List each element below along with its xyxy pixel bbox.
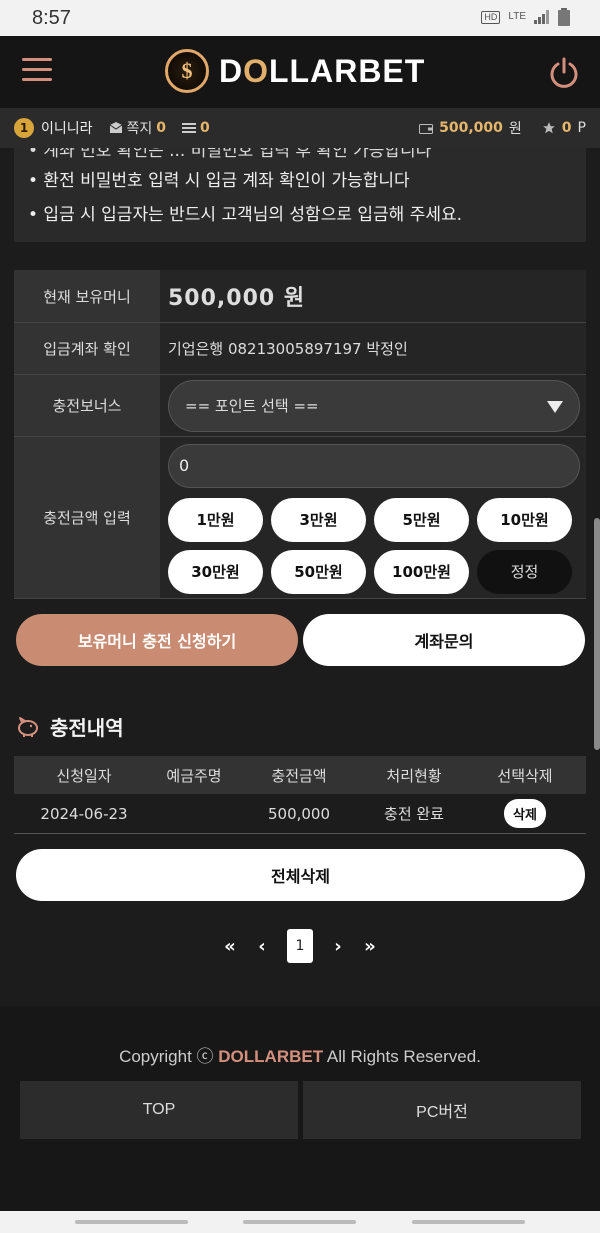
- chip-30k[interactable]: 3만원: [271, 497, 366, 542]
- deposit-form: 현재 보유머니 500,000 원 입금계좌 확인 기업은행 082130058…: [14, 270, 586, 599]
- row-amount: 500,000: [267, 804, 331, 823]
- amount-chips: 1만원 3만원 5만원 10만원 30만원 50만원 100만원 정정: [168, 497, 572, 594]
- chip-100k[interactable]: 10만원: [477, 497, 572, 542]
- copyright: Copyright ⓒ DOLLARBET All Rights Reserve…: [119, 1047, 481, 1066]
- app-header: $ DOLLARBET: [0, 36, 600, 108]
- amount-input[interactable]: [168, 443, 580, 488]
- system-nav-bar: [0, 1211, 600, 1233]
- account-value: 기업은행 08213005897197 박정인: [168, 340, 408, 358]
- row-holder: [154, 794, 234, 833]
- nav-home-handle[interactable]: [243, 1220, 356, 1224]
- chip-50k[interactable]: 5만원: [374, 497, 469, 542]
- battery-icon: [558, 8, 570, 26]
- lte-icon: LTE: [508, 11, 526, 22]
- bonus-select[interactable]: == 포인트 선택 ==: [168, 379, 580, 432]
- status-icons: HD LTE: [481, 8, 570, 26]
- memo-link[interactable]: 쪽지 0: [109, 118, 166, 138]
- table-header: 신청일자 예금주명 충전금액 처리현황 선택삭제: [14, 756, 586, 794]
- first-page-button[interactable]: «: [214, 929, 246, 963]
- dollar-coin-icon: $: [165, 49, 209, 93]
- clock: 8:57: [32, 7, 71, 29]
- logo-text: DOLLARBET: [219, 52, 426, 89]
- status-bar: 8:57 HD LTE: [0, 0, 600, 36]
- nav-back-handle[interactable]: [75, 1220, 188, 1224]
- bonus-row: 충전보너스 == 포인트 선택 ==: [14, 375, 586, 437]
- user-info-bar: 1 이니니라 쪽지 0 0 500,000 원 0 P: [0, 108, 600, 148]
- points-value: 0: [561, 120, 572, 136]
- money-unit: 원: [508, 121, 522, 137]
- row-date: 2024-06-23: [40, 804, 128, 823]
- chip-1m[interactable]: 100만원: [374, 549, 469, 594]
- apply-deposit-button[interactable]: 보유머니 충전 신청하기: [16, 614, 298, 666]
- col-holder: 예금주명: [166, 766, 222, 785]
- menu-icon[interactable]: [22, 58, 52, 82]
- wallet-icon: [419, 124, 434, 134]
- table-row: 2024-06-23 500,000 충전 완료 삭제: [14, 794, 586, 834]
- level-badge: 1: [14, 118, 34, 138]
- account-label: 입금계좌 확인: [14, 323, 160, 374]
- scrollbar[interactable]: [594, 518, 600, 750]
- amount-label: 충전금액 입력: [14, 437, 160, 598]
- points-unit: P: [577, 120, 586, 136]
- ticket-link[interactable]: 0: [182, 120, 210, 136]
- history-table: 신청일자 예금주명 충전금액 처리현황 선택삭제 2024-06-23 500,…: [14, 756, 586, 834]
- list-icon: [182, 123, 197, 133]
- user-balance: 500,000 원 0 P: [419, 108, 586, 148]
- chip-500k[interactable]: 50만원: [271, 549, 366, 594]
- delete-row-button[interactable]: 삭제: [504, 799, 546, 828]
- next-page-button[interactable]: ›: [322, 929, 354, 963]
- notice-box: • 계좌 번호 확인은 ... 비밀번호 입력 후 확인 가능합니다 • 환전 …: [14, 148, 586, 242]
- top-button[interactable]: TOP: [20, 1081, 298, 1139]
- username: 이니니라: [41, 121, 93, 137]
- chip-10k[interactable]: 1만원: [168, 497, 263, 542]
- notice-line-1: • 환전 비밀번호 입력 시 입금 계좌 확인이 가능합니다: [28, 171, 410, 191]
- piggy-bank-icon: [18, 716, 38, 737]
- nav-recent-handle[interactable]: [412, 1220, 525, 1224]
- account-inquiry-button[interactable]: 계좌문의: [303, 614, 585, 666]
- col-delete: 선택삭제: [497, 766, 553, 785]
- history-title: 충전내역: [16, 712, 124, 741]
- notice-line-partial: • 계좌 번호 확인은 ... 비밀번호 입력 후 확인 가능합니다: [28, 148, 432, 161]
- envelope-icon: [109, 122, 122, 133]
- balance-label: 현재 보유머니: [14, 270, 160, 322]
- account-row: 입금계좌 확인 기업은행 08213005897197 박정인: [14, 323, 586, 375]
- prev-page-button[interactable]: ‹: [246, 929, 278, 963]
- footer: Copyright ⓒ DOLLARBET All Rights Reserve…: [0, 1006, 600, 1211]
- chip-300k[interactable]: 30만원: [168, 549, 263, 594]
- delete-all-button[interactable]: 전체삭제: [16, 849, 585, 901]
- reset-button[interactable]: 정정: [477, 549, 572, 594]
- pagination: « ‹ 1 › »: [214, 929, 386, 963]
- last-page-button[interactable]: »: [354, 929, 386, 963]
- col-date: 신청일자: [56, 766, 112, 785]
- balance-row: 현재 보유머니 500,000 원: [14, 270, 586, 323]
- row-status: 충전 완료: [384, 805, 444, 823]
- hd-voice-icon: HD: [481, 10, 501, 24]
- money-value: 500,000: [439, 120, 503, 136]
- bonus-label: 충전보너스: [14, 375, 160, 436]
- pc-version-button[interactable]: PC버전: [303, 1081, 581, 1139]
- logo[interactable]: $ DOLLARBET: [165, 49, 425, 93]
- star-icon: [542, 122, 555, 134]
- current-page[interactable]: 1: [287, 929, 313, 963]
- amount-row: 충전금액 입력 1만원 3만원 5만원 10만원 30만원 50만원 100만원…: [14, 437, 586, 599]
- col-status: 처리현황: [386, 766, 442, 785]
- balance-value: 500,000 원: [168, 286, 306, 311]
- col-amount: 충전금액: [271, 766, 327, 785]
- dropdown-arrow-icon: [547, 400, 563, 413]
- power-icon[interactable]: [548, 56, 580, 88]
- notice-line-2: • 입금 시 입금자는 반드시 고객님의 성함으로 입금해 주세요.: [28, 205, 463, 225]
- signal-icon: [534, 10, 549, 24]
